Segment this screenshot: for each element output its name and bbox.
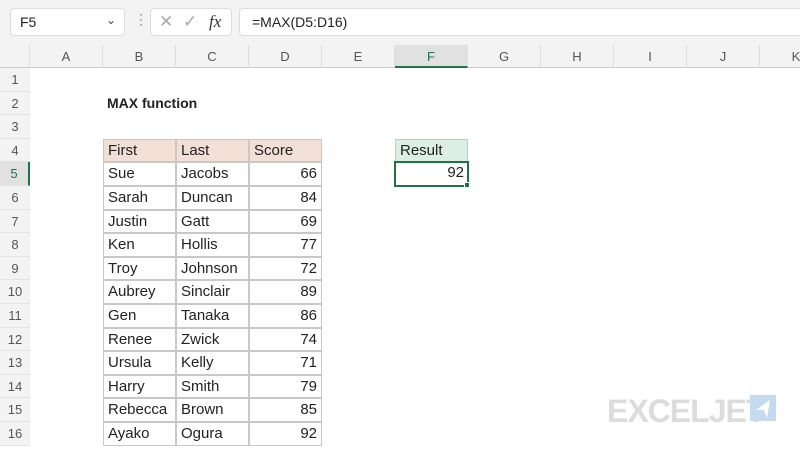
result-label[interactable]: Result (395, 138, 468, 163)
column-header-K[interactable]: K (760, 45, 800, 68)
table-cell[interactable]: Sue (103, 162, 176, 186)
table-cell[interactable]: Hollis (176, 233, 249, 257)
row-header-1[interactable]: 1 (0, 68, 30, 92)
table-cell[interactable]: Duncan (176, 186, 249, 210)
exceljet-logo-mark-icon (750, 395, 776, 421)
row-header-13[interactable]: 13 (0, 351, 30, 375)
chevron-down-icon[interactable]: ⌄ (106, 13, 116, 27)
table-cell[interactable]: Renee (103, 327, 176, 352)
row-header-10[interactable]: 10 (0, 280, 30, 304)
table-cell[interactable]: Rebecca (103, 398, 176, 422)
table-cell[interactable]: Gen (103, 304, 176, 328)
row-header-15[interactable]: 15 (0, 398, 30, 422)
column-header-E[interactable]: E (322, 45, 395, 68)
formula-buttons: ✕ ✓ fx (150, 8, 232, 36)
table-cell[interactable]: Ursula (103, 351, 176, 375)
table-cell[interactable]: Tanaka (176, 304, 249, 328)
table-cell[interactable]: Johnson (176, 256, 249, 281)
table-cell[interactable]: Harry (103, 374, 176, 399)
table-cell[interactable]: 79 (249, 374, 322, 399)
row-header-6[interactable]: 6 (0, 186, 30, 210)
column-header-G[interactable]: G (468, 45, 541, 68)
row-header-2[interactable]: 2 (0, 91, 30, 116)
table-cell[interactable]: Ayako (103, 422, 176, 446)
column-header-I[interactable]: I (614, 45, 687, 68)
table-cell[interactable]: 66 (249, 162, 322, 186)
table-cell[interactable]: Justin (103, 209, 176, 234)
cancel-icon[interactable]: ✕ (159, 12, 173, 32)
table-cell[interactable]: 84 (249, 186, 322, 210)
row-header-14[interactable]: 14 (0, 374, 30, 399)
table-header-last[interactable]: Last (176, 138, 249, 163)
table-cell[interactable]: Smith (176, 374, 249, 399)
table-cell[interactable]: Brown (176, 398, 249, 422)
more-icon[interactable]: ⋮ (134, 11, 148, 28)
table-cell[interactable]: 69 (249, 209, 322, 234)
column-header-F[interactable]: F (395, 45, 468, 68)
select-all-corner[interactable] (0, 45, 30, 68)
row-header-5[interactable]: 5 (0, 162, 30, 186)
column-header-H[interactable]: H (541, 45, 614, 68)
table-cell[interactable]: 72 (249, 256, 322, 281)
title-cell[interactable]: MAX function (103, 92, 303, 116)
enter-icon[interactable]: ✓ (183, 12, 197, 32)
fill-handle[interactable] (464, 182, 470, 188)
table-cell[interactable]: Aubrey (103, 280, 176, 304)
name-box[interactable]: F5 ⌄ (10, 8, 125, 36)
row-header-11[interactable]: 11 (0, 304, 30, 328)
table-cell[interactable]: Sinclair (176, 280, 249, 304)
table-cell[interactable]: 92 (249, 422, 322, 446)
column-header-J[interactable]: J (687, 45, 760, 68)
table-cell[interactable]: Sarah (103, 186, 176, 210)
table-cell[interactable]: Kelly (176, 351, 249, 375)
table-cell[interactable]: Jacobs (176, 162, 249, 186)
column-headers: ABCDEFGHIJK (0, 45, 800, 68)
row-header-7[interactable]: 7 (0, 209, 30, 234)
name-box-value: F5 (20, 14, 37, 30)
row-header-3[interactable]: 3 (0, 115, 30, 139)
table-cell[interactable]: 71 (249, 351, 322, 375)
table-cell[interactable]: 77 (249, 233, 322, 257)
column-header-A[interactable]: A (30, 45, 103, 68)
insert-function-icon[interactable]: fx (209, 12, 221, 32)
table-cell[interactable]: 86 (249, 304, 322, 328)
table-header-first[interactable]: First (103, 138, 176, 163)
row-header-4[interactable]: 4 (0, 138, 30, 163)
table-cell[interactable]: Ken (103, 233, 176, 257)
column-header-C[interactable]: C (176, 45, 249, 68)
table-cell[interactable]: Zwick (176, 327, 249, 352)
row-header-12[interactable]: 12 (0, 327, 30, 352)
row-header-9[interactable]: 9 (0, 256, 30, 281)
column-header-B[interactable]: B (103, 45, 176, 68)
formula-bar-area: F5 ⌄ ⋮ ✕ ✓ fx =MAX(D5:D16) (0, 0, 800, 45)
selection-border (394, 161, 469, 187)
row-header-16[interactable]: 16 (0, 422, 30, 446)
table-cell[interactable]: 89 (249, 280, 322, 304)
table-cell[interactable]: Ogura (176, 422, 249, 446)
table-cell[interactable]: Gatt (176, 209, 249, 234)
table-header-score[interactable]: Score (249, 138, 322, 163)
table-cell[interactable]: 74 (249, 327, 322, 352)
table-cell[interactable]: 85 (249, 398, 322, 422)
formula-input[interactable]: =MAX(D5:D16) (239, 8, 800, 36)
table-cell[interactable]: Troy (103, 256, 176, 281)
row-header-8[interactable]: 8 (0, 233, 30, 257)
exceljet-logo: EXCELJET (607, 393, 765, 429)
column-header-D[interactable]: D (249, 45, 322, 68)
